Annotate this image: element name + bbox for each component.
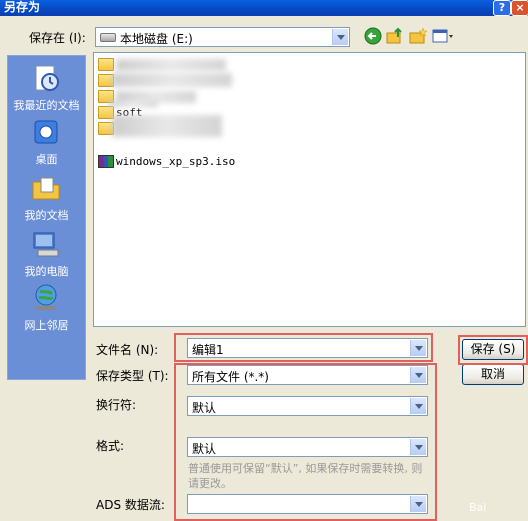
list-item[interactable]: windows_xp_sp3.iso: [98, 154, 258, 170]
place-label: 我的电脑: [24, 265, 69, 278]
blur-mask: [108, 101, 158, 107]
watermark: Bai: [469, 501, 487, 514]
view-menu-icon: [432, 29, 453, 43]
file-name: windows_xp_sp3.iso: [116, 155, 236, 168]
filename-label: 文件名 (N):: [96, 343, 159, 357]
help-button[interactable]: ?: [493, 0, 511, 16]
desktop-icon: [34, 120, 58, 144]
list-item[interactable]: [98, 115, 238, 137]
place-label: 网上邻居: [24, 319, 69, 332]
highlight-options: [174, 363, 437, 521]
highlight-filename: [174, 333, 433, 362]
chevron-down-icon[interactable]: [332, 29, 348, 45]
title-bar: 另存为 ? ×: [0, 0, 528, 16]
file-list[interactable]: soft windows_xp_sp3.iso: [93, 52, 526, 327]
new-folder-button[interactable]: [408, 27, 428, 45]
drive-icon: [100, 33, 116, 42]
close-button[interactable]: ×: [511, 0, 528, 16]
highlight-save: [458, 335, 528, 365]
place-label: 我的文档: [24, 209, 69, 222]
save-in-label: 保存在 (I):: [29, 31, 86, 45]
folder-icon: [98, 58, 114, 71]
network-places-icon: [35, 284, 57, 310]
back-arrow-icon: [364, 27, 382, 45]
up-folder-icon: [386, 27, 402, 44]
filetype-label: 保存类型 (T):: [96, 369, 169, 383]
back-button[interactable]: [364, 27, 384, 45]
window-title: 另存为: [4, 0, 41, 14]
save-in-value: 本地磁盘 (E:): [120, 32, 193, 46]
my-computer-icon: [33, 232, 59, 257]
blur-mask: [112, 73, 232, 87]
newline-label: 换行符:: [96, 398, 137, 412]
save-in-dropdown[interactable]: 本地磁盘 (E:): [95, 27, 350, 47]
list-item[interactable]: [98, 73, 238, 89]
ads-label: ADS 数据流:: [96, 498, 165, 512]
list-item[interactable]: [98, 57, 238, 73]
recent-documents-icon: [35, 65, 59, 91]
cancel-button[interactable]: 取消: [462, 364, 524, 385]
archive-icon: [98, 155, 114, 168]
place-label: 我最近的文档: [13, 99, 80, 112]
view-menu-button[interactable]: [431, 27, 455, 45]
format-label: 格式:: [96, 439, 125, 453]
my-documents-icon: [32, 177, 60, 200]
blur-mask: [116, 59, 226, 71]
blur-mask: [112, 115, 222, 137]
up-folder-button[interactable]: [385, 27, 405, 45]
places-bar: 我最近的文档 桌面 我的文档 我的电脑 网上邻居: [7, 55, 86, 380]
place-label: 桌面: [35, 153, 58, 166]
new-folder-icon: [409, 27, 428, 44]
